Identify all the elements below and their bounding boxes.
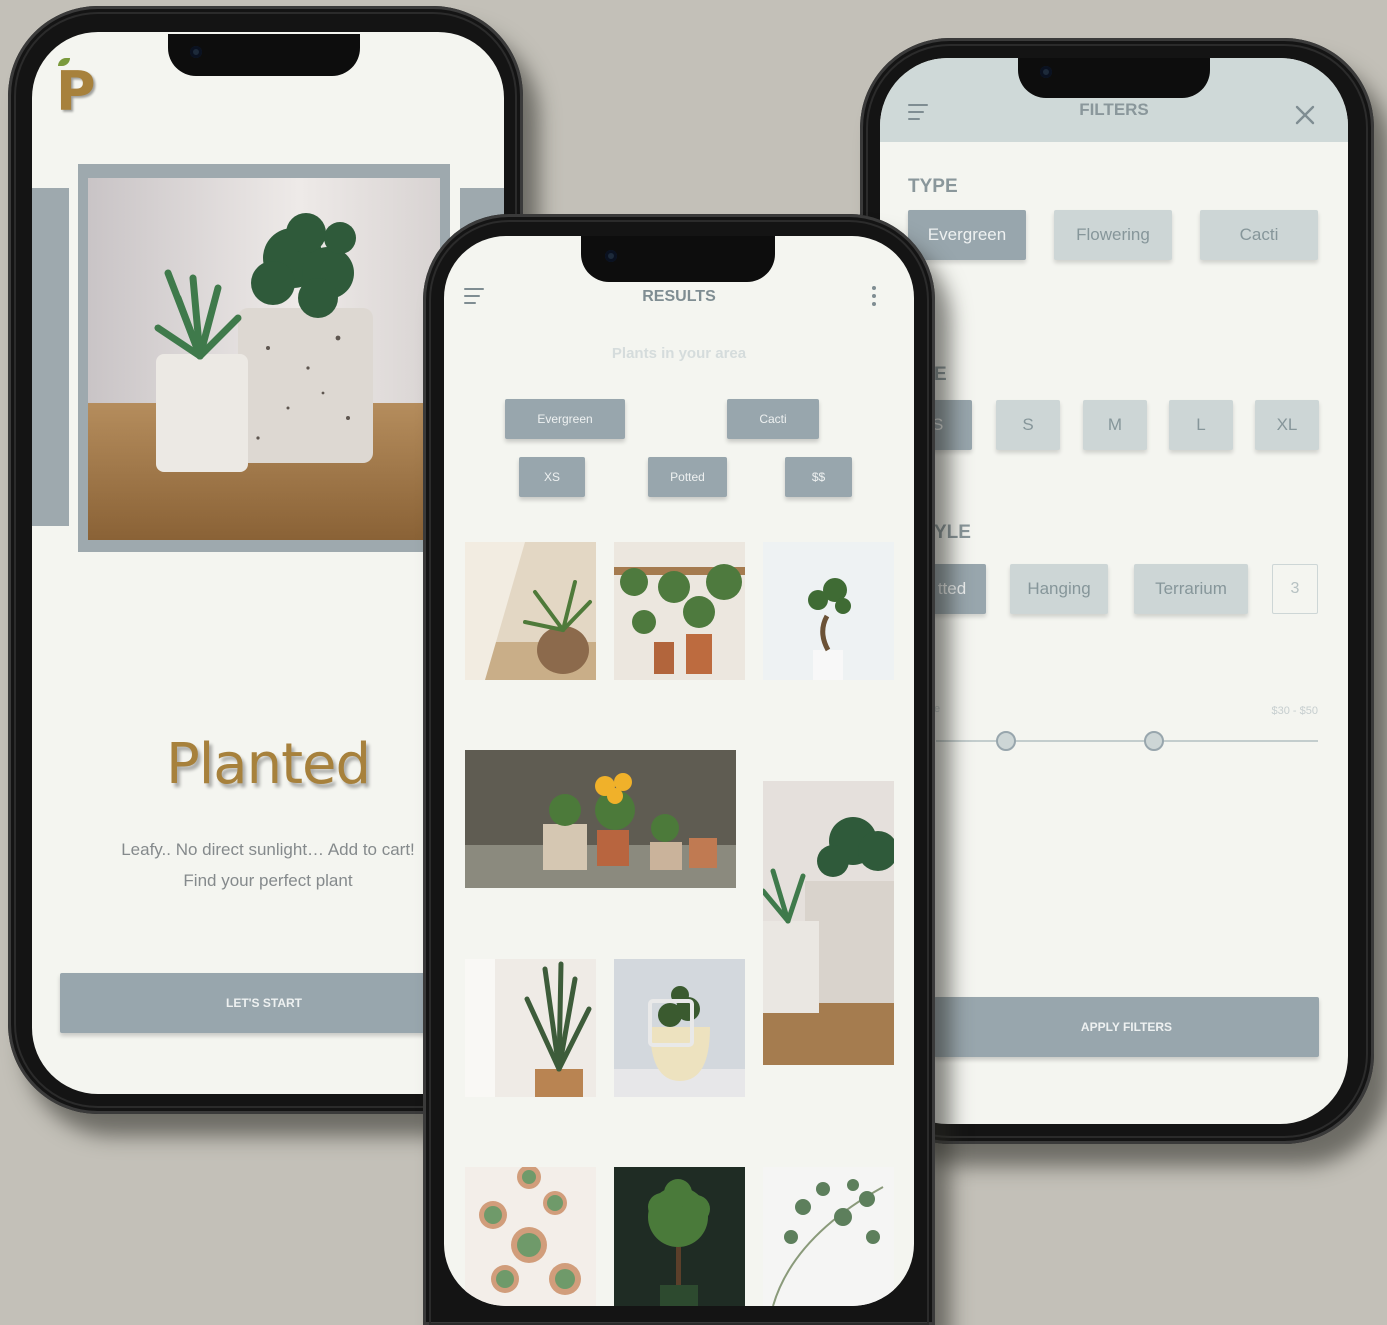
close-icon[interactable] (1294, 104, 1316, 126)
size-chip-l[interactable]: L (1169, 400, 1233, 450)
lets-start-button[interactable]: LET'S START (60, 973, 468, 1033)
plant-thumbnail[interactable] (763, 1167, 894, 1306)
price-range-readout: $30 - $50 (1271, 705, 1318, 717)
plant-thumbnail[interactable] (465, 542, 596, 680)
style-heading: YLE (934, 522, 971, 543)
type-heading: TYPE (908, 176, 958, 197)
phone-notch (168, 34, 360, 76)
logo-letter: P (56, 60, 96, 123)
style-more-button[interactable]: 3 (1272, 564, 1318, 614)
plant-thumbnail[interactable] (465, 1167, 596, 1306)
plant-thumbnail[interactable] (465, 959, 596, 1097)
size-chip-s[interactable]: S (996, 400, 1060, 450)
size-chip-m[interactable]: M (1083, 400, 1147, 450)
filter-chip-xs[interactable]: XS (519, 457, 585, 497)
filter-chip-price[interactable]: $$ (785, 457, 852, 497)
filters-title: FILTERS (1079, 100, 1149, 119)
vertical-dots-icon[interactable] (872, 286, 878, 308)
phone-notch (581, 236, 775, 282)
section-heading: Plants in your area (611, 345, 747, 362)
style-chip-terrarium[interactable]: Terrarium (1134, 564, 1248, 614)
camera-icon (190, 46, 202, 58)
type-chip-cacti[interactable]: Cacti (1200, 210, 1318, 260)
size-chip-xl[interactable]: XL (1255, 400, 1319, 450)
hero-cactus-photo (88, 178, 440, 540)
plant-thumbnail[interactable] (763, 542, 894, 680)
price-slider-min-handle[interactable] (996, 731, 1016, 751)
planted-logo: P (52, 58, 96, 123)
plant-thumbnail[interactable] (614, 1167, 745, 1306)
plant-thumbnail[interactable] (465, 750, 736, 888)
results-title: RESULTS (642, 288, 716, 305)
phone-notch (1018, 58, 1210, 98)
plant-thumbnail[interactable] (614, 959, 745, 1097)
filter-chip-cacti[interactable]: Cacti (727, 399, 819, 439)
carousel-prev-slide[interactable] (32, 188, 69, 526)
camera-icon (605, 250, 617, 262)
type-chip-flowering[interactable]: Flowering (1054, 210, 1172, 260)
phone-filters: FILTERS TYPE Evergreen Flowering Cacti E… (860, 38, 1374, 1144)
filters-screen: FILTERS TYPE Evergreen Flowering Cacti E… (880, 58, 1348, 1124)
filter-chip-potted[interactable]: Potted (648, 457, 727, 497)
results-screen: RESULTS Plants in your area Evergreen Ca… (444, 236, 914, 1306)
size-heading: E (934, 364, 947, 385)
style-chip-hanging[interactable]: Hanging (1010, 564, 1108, 614)
apply-filters-button[interactable]: APPLY FILTERS (934, 997, 1319, 1057)
type-chip-evergreen[interactable]: Evergreen (908, 210, 1026, 260)
camera-icon (1040, 66, 1052, 78)
plant-thumbnail[interactable] (614, 542, 745, 680)
price-slider-max-handle[interactable] (1144, 731, 1164, 751)
plant-thumbnail[interactable] (763, 781, 894, 1065)
price-slider-track[interactable] (936, 740, 1318, 742)
phone-results: RESULTS Plants in your area Evergreen Ca… (423, 214, 935, 1325)
filter-chip-evergreen[interactable]: Evergreen (505, 399, 625, 439)
